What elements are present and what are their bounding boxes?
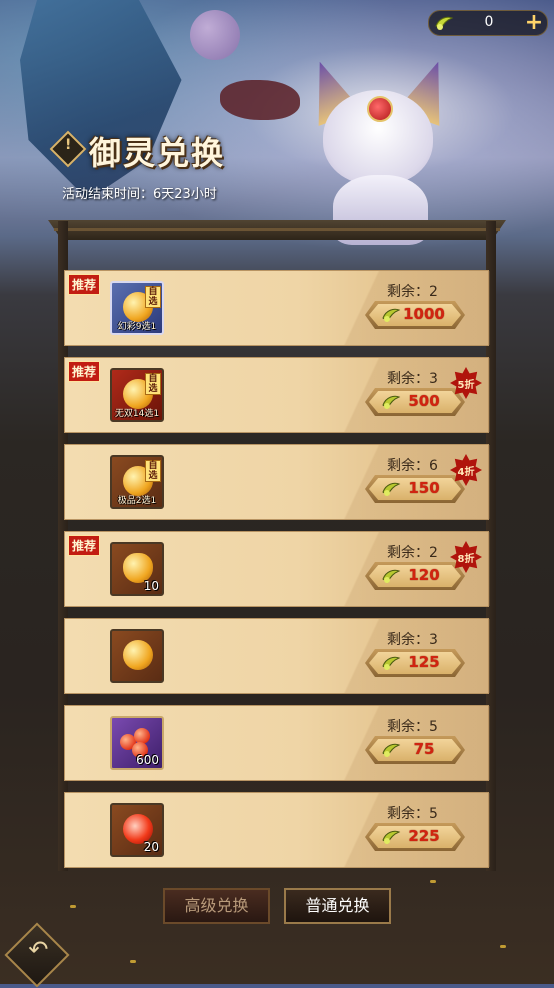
item-name: 幻彩9选1 <box>117 322 157 332</box>
price-value: 500 <box>408 392 440 410</box>
spirit-jade-icon <box>382 482 401 496</box>
tree-illustration <box>220 80 300 120</box>
exchange-row: 剩余：3 125 <box>64 618 490 694</box>
remaining-count: 剩余：2 <box>387 284 438 300</box>
recommend-tag: 推荐 <box>68 535 101 556</box>
sparkle-decoration <box>500 945 506 948</box>
exchange-row: 推荐 10 剩余：2 120 8折 <box>64 531 490 607</box>
forehead-gem <box>367 96 393 122</box>
exchange-price-button[interactable]: 75 <box>365 736 465 764</box>
item-slot[interactable]: 600 <box>110 716 164 770</box>
select-badge: 自选 <box>145 460 161 482</box>
item-count: 20 <box>143 840 159 854</box>
price-value: 120 <box>408 566 440 584</box>
price-value: 125 <box>408 653 440 671</box>
remaining-count: 剩余：2 <box>387 545 438 561</box>
currency-value: 0 <box>484 14 494 30</box>
remaining-count: 剩余：3 <box>387 371 438 387</box>
plus-icon[interactable]: + <box>523 12 545 34</box>
exchange-row: 推荐自选无双14选1 剩余：3 500 5折 <box>64 357 490 433</box>
price-value: 1000 <box>403 305 445 323</box>
remaining-count: 剩余：6 <box>387 458 438 474</box>
price-value: 150 <box>408 479 440 497</box>
discount-text: 5折 <box>457 380 475 391</box>
exchange-price-button[interactable]: 1000 <box>365 301 465 329</box>
sparkle-decoration <box>130 960 136 963</box>
select-badge: 自选 <box>145 286 161 308</box>
discount-badge: 4折 <box>450 454 482 486</box>
exchange-price-button[interactable]: 125 <box>365 649 465 677</box>
item-name: 无双14选1 <box>114 409 160 419</box>
exchange-row: 推荐自选幻彩9选1 剩余：2 1000 <box>64 270 490 346</box>
item-slot[interactable]: 10 <box>110 542 164 596</box>
sparkle-decoration <box>70 905 76 908</box>
item-count: 600 <box>136 753 159 767</box>
discount-badge: 8折 <box>450 541 482 573</box>
select-badge: 自选 <box>145 373 161 395</box>
currency-display: 0 + <box>428 10 548 36</box>
planet-illustration <box>190 10 240 60</box>
golden-bowl-icon <box>123 640 153 670</box>
recommend-tag: 推荐 <box>68 361 101 382</box>
price-value: 225 <box>408 827 440 845</box>
item-name: 极品2选1 <box>117 496 157 506</box>
spirit-jade-icon <box>382 308 401 322</box>
remaining-count: 剩余：5 <box>387 806 438 822</box>
info-mark: ! <box>64 136 72 153</box>
remaining-count: 剩余：3 <box>387 632 438 648</box>
item-slot[interactable] <box>110 629 164 683</box>
exchange-row: 自选极品2选1 剩余：6 150 4折 <box>64 444 490 520</box>
discount-text: 4折 <box>457 467 475 478</box>
exchange-row: 600 剩余：5 75 <box>64 705 490 781</box>
page-title: 御灵兑换 <box>89 134 226 172</box>
item-slot[interactable]: 自选无双14选1 <box>110 368 164 422</box>
back-button[interactable]: ↶ <box>4 922 70 988</box>
discount-badge: 5折 <box>450 367 482 399</box>
spirit-fox-illustration <box>305 60 455 245</box>
exchange-price-button[interactable]: 225 <box>365 823 465 851</box>
spirit-jade-icon <box>382 743 401 757</box>
price-value: 75 <box>413 740 435 758</box>
tab-normal-exchange[interactable]: 普通兑换 <box>284 888 391 924</box>
tab-advanced-exchange[interactable]: 高级兑换 <box>163 888 270 924</box>
spirit-jade-icon <box>435 16 454 30</box>
back-arrow-icon: ↶ <box>28 935 49 964</box>
discount-text: 8折 <box>457 554 475 565</box>
recommend-tag: 推荐 <box>68 274 101 295</box>
spirit-jade-icon <box>382 830 401 844</box>
item-slot[interactable]: 自选幻彩9选1 <box>110 281 164 335</box>
spirit-jade-icon <box>382 569 401 583</box>
item-slot[interactable]: 20 <box>110 803 164 857</box>
exchange-row: 20 剩余：5 225 <box>64 792 490 868</box>
remaining-count: 剩余：5 <box>387 719 438 735</box>
spirit-jade-icon <box>382 395 401 409</box>
sparkle-decoration <box>430 880 436 883</box>
item-slot[interactable]: 自选极品2选1 <box>110 455 164 509</box>
spirit-jade-icon <box>382 656 401 670</box>
event-end-time: 活动结束时间：6天23小时 <box>62 187 217 202</box>
item-count: 10 <box>143 579 159 593</box>
